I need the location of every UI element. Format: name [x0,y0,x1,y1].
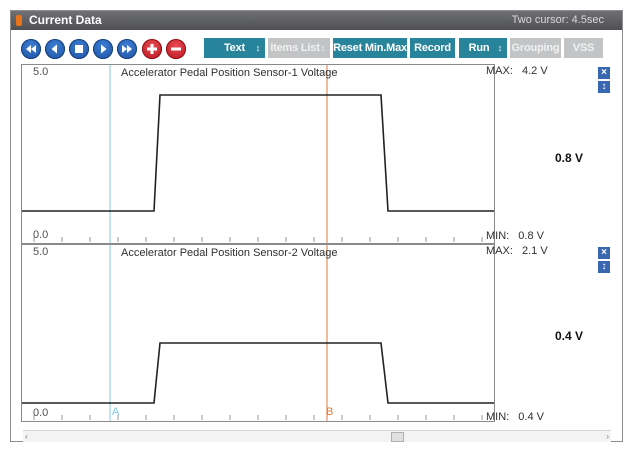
graph-2-y-max-label: 5.0 [33,246,49,258]
scroll-left-icon[interactable]: ‹ [25,431,28,442]
graph-2-max-value: 2.1 V [521,245,548,257]
graph-1-y-min-label: 0.0 [33,229,49,241]
zoom-out-icon[interactable] [166,39,186,59]
scroll-right-icon[interactable]: › [606,431,609,442]
items-list-label: Items List [270,42,320,54]
cursor-a-label: A [112,406,120,418]
title-bar: Current Data Two cursor: 4.5sec [11,11,622,30]
graph-2-canvas: AB [22,245,494,421]
graph-2-y-min-label: 0.0 [33,407,49,419]
toolbar: Text ↕ Items List ↕ Reset Min.Max Record… [11,30,622,62]
graph-1-title: Accelerator Pedal Position Sensor-1 Volt… [121,67,338,79]
graph-1-current-value: 0.8 V [555,151,584,165]
graph-2-expand-icon[interactable]: ↕ [598,261,610,273]
graph-sensor-2: AB 5.0 Accelerator Pedal Position Sensor… [21,244,495,422]
graph-2-max: MAX: 2.1 V [486,245,548,257]
graph-2-min: MIN: 0.4 V [486,411,544,423]
grouping-button[interactable]: Grouping [510,38,561,58]
graph-sensor-1: 5.0 Accelerator Pedal Position Sensor-1 … [21,64,495,244]
graph-1-close-icon[interactable]: × [598,67,610,79]
record-button[interactable]: Record [410,38,455,58]
graph-1-max-label: MAX: [486,65,513,77]
items-list-button[interactable]: Items List ↕ [268,38,330,58]
first-icon[interactable] [21,39,41,59]
text-view-spinner-icon: ↕ [255,43,261,53]
run-spinner-icon: ↕ [497,43,503,53]
scroll-thumb[interactable] [391,432,404,442]
graph-2-max-label: MAX: [486,245,513,257]
stop-icon[interactable] [69,39,89,59]
window-icon [16,15,22,26]
graph-1-max-value: 4.2 V [521,65,548,77]
reset-min-max-button[interactable]: Reset Min.Max [333,38,407,58]
run-label: Run [468,42,490,54]
graph-1-trace [22,94,494,212]
text-view-button[interactable]: Text ↕ [204,38,265,58]
graph-1-min-value: 0.8 V [518,230,544,242]
graph-1-min-label: MIN: [486,230,510,242]
next-icon[interactable] [93,39,113,59]
graph-1-min: MIN: 0.8 V [486,230,544,242]
graph-1-max: MAX: 4.2 V [486,65,548,77]
items-list-spinner-icon: ↕ [320,43,326,53]
text-view-label: Text [223,42,245,54]
graph-1-canvas [22,65,494,243]
graph-2-title: Accelerator Pedal Position Sensor-2 Volt… [121,247,338,259]
current-data-window: Current Data Two cursor: 4.5sec Text ↕ I… [10,10,623,442]
cursor-info: Two cursor: 4.5sec [511,14,604,26]
graph-1-expand-icon[interactable]: ↕ [598,81,610,93]
cursor-b-label: B [326,406,333,418]
graph-2-trace [22,342,494,404]
vss-button[interactable]: VSS [564,38,603,58]
zoom-in-icon[interactable] [142,39,162,59]
window-title: Current Data [29,13,102,27]
previous-icon[interactable] [45,39,65,59]
graph-2-current-value: 0.4 V [555,329,584,343]
graph-2-min-value: 0.4 V [518,411,544,423]
graph-2-close-icon[interactable]: × [598,247,610,259]
graph-2-min-label: MIN: [486,411,510,423]
graph-1-y-max-label: 5.0 [33,66,49,78]
horizontal-scrollbar[interactable]: ‹ › [23,430,611,442]
run-button[interactable]: Run ↕ [459,38,507,58]
last-icon[interactable] [117,39,137,59]
